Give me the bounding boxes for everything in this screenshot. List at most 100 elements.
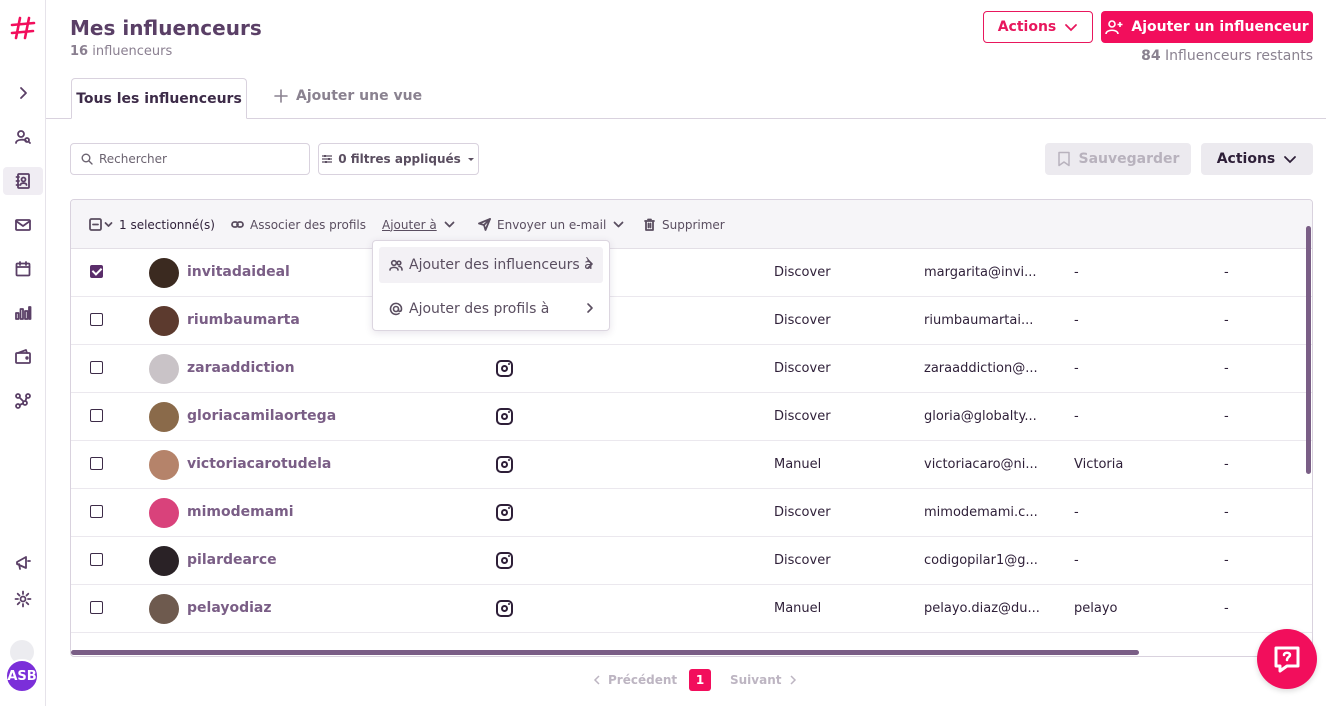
- sidebar: ASB: [0, 0, 46, 706]
- chat-help-icon: [1274, 646, 1300, 673]
- last-cell: -: [1224, 361, 1229, 376]
- send-email-label: Envoyer un e-mail: [497, 217, 607, 232]
- table-row[interactable]: pelayodiaz Manuel pelayo.diaz@du... pelayo -: [71, 585, 1312, 633]
- row-checkbox[interactable]: [90, 265, 103, 278]
- name-cell: -: [1074, 505, 1079, 520]
- associate-profiles-button[interactable]: Associer des profils: [231, 200, 366, 249]
- chevron-down-icon: [1284, 156, 1297, 164]
- horizontal-scrollbar[interactable]: [71, 650, 1139, 655]
- influencers-table: 1 selectionné(s) Associer des profils Aj…: [70, 199, 1313, 657]
- influencer-avatar: [149, 258, 179, 288]
- table-row[interactable]: victoriacarotudela Manuel victoriacaro@ni.…: [71, 441, 1312, 489]
- table-row[interactable]: pilardearce Discover codigopilar1@g... - -: [71, 537, 1312, 585]
- table-row[interactable]: riumbaumarta Discover riumbaumartai... - -: [71, 297, 1312, 345]
- row-checkbox[interactable]: [90, 409, 103, 422]
- filters-button[interactable]: 0 filtres appliqués: [318, 143, 479, 175]
- selected-count: 1 selectionné(s): [119, 217, 215, 232]
- bar-chart-icon[interactable]: [9, 299, 37, 327]
- email-cell: mimodemami.c...: [924, 505, 1038, 520]
- instagram-icon[interactable]: [496, 600, 513, 617]
- chevron-down-icon: [1065, 24, 1078, 32]
- influencer-username[interactable]: pilardearce: [187, 552, 277, 568]
- table-row[interactable]: invitadaideal Discover margarita@invi... - -: [71, 249, 1312, 297]
- instagram-icon[interactable]: [496, 408, 513, 425]
- count-number: 16: [70, 44, 89, 59]
- table-actions-button[interactable]: Actions: [1201, 143, 1313, 175]
- hashtag-logo-icon[interactable]: [9, 14, 37, 42]
- page-title: Mes influenceurs: [70, 16, 262, 40]
- remaining-count: 84: [1141, 48, 1161, 64]
- plus-icon: [274, 89, 288, 103]
- trash-icon: [644, 218, 655, 231]
- contacts-icon[interactable]: [3, 167, 43, 195]
- table-row[interactable]: zaraaddiction Discover zaraaddiction@... - -: [71, 345, 1312, 393]
- instagram-icon[interactable]: [496, 360, 513, 377]
- chevron-right-icon: [587, 303, 593, 313]
- bookmark-icon: [1057, 151, 1070, 167]
- count-label: influenceurs: [92, 44, 173, 59]
- influencer-username[interactable]: mimodemami: [187, 504, 294, 520]
- associate-label: Associer des profils: [250, 217, 366, 232]
- tab-all-influencers[interactable]: Tous les influenceurs: [71, 78, 247, 119]
- search-icon: [81, 153, 93, 165]
- influencer-username[interactable]: invitadaideal: [187, 264, 290, 280]
- search-box[interactable]: [70, 143, 310, 175]
- remaining-label: Influenceurs restants: [1165, 48, 1313, 64]
- select-all-dropdown[interactable]: 1 selectionné(s): [89, 200, 215, 249]
- last-cell: -: [1224, 265, 1229, 280]
- instagram-icon[interactable]: [496, 552, 513, 569]
- row-checkbox[interactable]: [90, 313, 103, 326]
- last-cell: -: [1224, 505, 1229, 520]
- influencer-username[interactable]: pelayodiaz: [187, 600, 272, 616]
- save-view-button[interactable]: Sauvegarder: [1045, 143, 1191, 175]
- add-influencer-button[interactable]: Ajouter un influenceur: [1101, 11, 1313, 43]
- megaphone-icon[interactable]: [9, 549, 37, 577]
- user-search-icon[interactable]: [9, 123, 37, 151]
- previous-label: Précédent: [608, 673, 678, 687]
- influencer-avatar: [149, 450, 179, 480]
- influencer-username[interactable]: zaraaddiction: [187, 360, 295, 376]
- last-cell: -: [1224, 553, 1229, 568]
- instagram-icon[interactable]: [496, 456, 513, 473]
- row-checkbox[interactable]: [90, 457, 103, 470]
- row-checkbox[interactable]: [90, 505, 103, 518]
- wallet-icon[interactable]: [9, 343, 37, 371]
- influencer-avatar: [149, 498, 179, 528]
- settings-gear-icon[interactable]: [9, 585, 37, 613]
- influencer-username[interactable]: riumbaumarta: [187, 312, 300, 328]
- influencer-username[interactable]: victoriacarotudela: [187, 456, 331, 472]
- table-row[interactable]: gloriacamilaortega Discover gloria@globalt…: [71, 393, 1312, 441]
- actions-dropdown-button[interactable]: Actions: [983, 11, 1093, 43]
- add-to-label: Ajouter à: [382, 217, 437, 232]
- network-icon[interactable]: [9, 387, 37, 415]
- current-page[interactable]: 1: [689, 669, 711, 691]
- influencer-count: 16 influenceurs: [70, 44, 172, 59]
- row-checkbox[interactable]: [90, 361, 103, 374]
- influencer-avatar: [149, 354, 179, 384]
- instagram-icon[interactable]: [496, 504, 513, 521]
- name-cell: -: [1074, 553, 1079, 568]
- source-cell: Discover: [774, 361, 831, 376]
- previous-page-button[interactable]: Précédent: [592, 673, 677, 687]
- add-to-menu: Ajouter des influenceurs à Ajouter des p…: [372, 240, 610, 331]
- chevron-down-icon: [613, 221, 624, 228]
- menu-add-profiles-to[interactable]: Ajouter des profils à: [379, 291, 603, 327]
- next-page-button[interactable]: Suivant: [730, 673, 798, 687]
- sliders-icon: [322, 155, 333, 163]
- user-plus-icon: [1105, 20, 1123, 35]
- menu-add-influencers-to[interactable]: Ajouter des influenceurs à: [379, 247, 603, 283]
- expand-chevron-icon[interactable]: [9, 79, 37, 107]
- add-view-tab[interactable]: Ajouter une vue: [274, 88, 422, 104]
- search-input[interactable]: [99, 152, 299, 166]
- at-sign-icon: [389, 302, 403, 316]
- calendar-icon[interactable]: [9, 255, 37, 283]
- row-checkbox[interactable]: [90, 601, 103, 614]
- mail-icon[interactable]: [9, 211, 37, 239]
- table-row[interactable]: mimodemami Discover mimodemami.c... - -: [71, 489, 1312, 537]
- influencer-username[interactable]: gloriacamilaortega: [187, 408, 336, 424]
- help-chat-button[interactable]: [1257, 629, 1317, 689]
- vertical-scrollbar[interactable]: [1306, 226, 1311, 474]
- row-checkbox[interactable]: [90, 553, 103, 566]
- delete-button[interactable]: Supprimer: [643, 200, 725, 249]
- name-cell: -: [1074, 409, 1079, 424]
